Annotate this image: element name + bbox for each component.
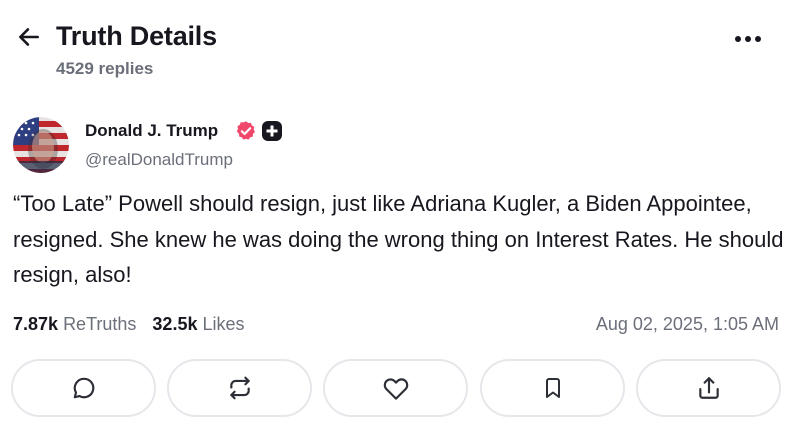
retruth-icon xyxy=(229,376,250,400)
post-timestamp: Aug 02, 2025, 1:05 AM xyxy=(595,314,779,334)
avatar[interactable] xyxy=(13,117,69,173)
likes-label[interactable]: Likes xyxy=(202,314,244,335)
plus-badge-icon xyxy=(262,121,282,141)
like-button[interactable] xyxy=(323,359,468,417)
retruths-count[interactable]: 7.87k xyxy=(13,314,58,335)
verified-badge-icon xyxy=(235,120,257,142)
heart-icon xyxy=(383,378,408,400)
page-header: Truth Details 4529 replies xyxy=(0,0,798,90)
bookmark-button[interactable] xyxy=(480,359,625,417)
likes-count[interactable]: 32.5k xyxy=(152,314,197,335)
post-actions xyxy=(11,359,783,417)
post-body: “Too Late” Powell should resign, just li… xyxy=(13,191,784,287)
more-horizontal-icon xyxy=(735,36,761,42)
arrow-left-icon xyxy=(19,28,39,46)
reply-count: 4529 replies xyxy=(56,59,154,78)
reply-button[interactable] xyxy=(11,359,156,417)
more-options-button[interactable] xyxy=(731,28,765,50)
post-stats: 7.87k ReTruths 32.5k Likes xyxy=(13,314,245,335)
page-title: Truth Details xyxy=(56,21,217,51)
retruth-button[interactable] xyxy=(167,359,312,417)
share-button[interactable] xyxy=(636,359,781,417)
back-button[interactable] xyxy=(14,22,44,52)
author-display-name[interactable]: Donald J. Trump xyxy=(85,121,218,141)
comment-icon xyxy=(73,377,94,399)
author-handle[interactable]: @realDonaldTrump xyxy=(85,150,233,170)
share-icon xyxy=(698,377,719,399)
bookmark-icon xyxy=(545,378,560,398)
retruths-label[interactable]: ReTruths xyxy=(63,314,136,335)
